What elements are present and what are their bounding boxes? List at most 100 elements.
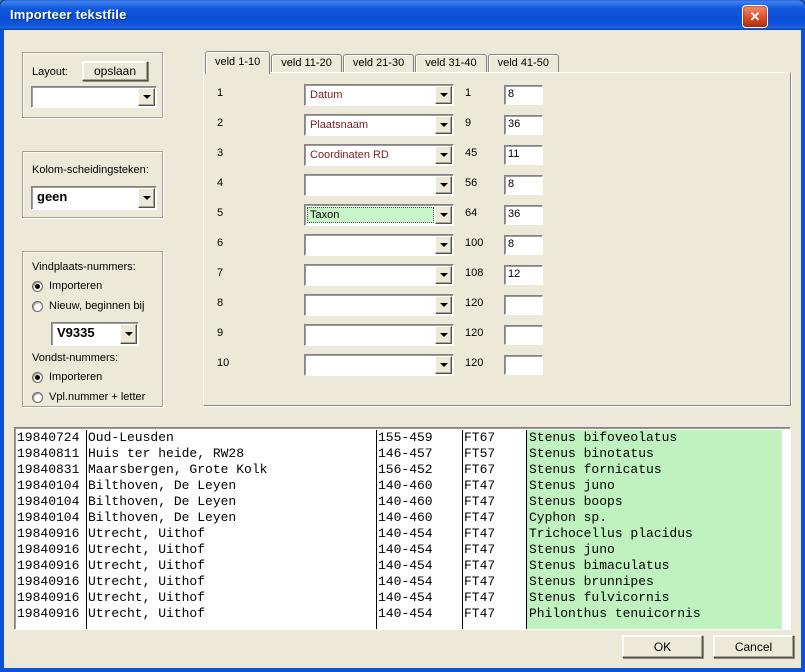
separator-groupbox: Kolom-scheidingsteken: geen bbox=[22, 151, 163, 218]
radio-icon bbox=[32, 372, 43, 383]
row-spacer bbox=[782, 542, 790, 558]
vindplaats-label: Vindplaats-nummers: bbox=[32, 261, 136, 273]
coordinates-cell: 140-454 bbox=[376, 574, 462, 590]
taxon-cell: Stenus bimaculatus bbox=[526, 558, 782, 574]
field-width-input[interactable]: 36 bbox=[504, 115, 543, 135]
field-combo-5[interactable]: Taxon bbox=[304, 204, 454, 226]
chevron-down-icon[interactable] bbox=[435, 116, 452, 134]
table-row: 19840916Utrecht, Uithof140-454FT47Philon… bbox=[15, 606, 790, 622]
coordinates-cell: 156-452 bbox=[376, 462, 462, 478]
separator-combo[interactable]: geen bbox=[31, 186, 157, 210]
field-start-position: 108 bbox=[465, 267, 499, 279]
table-row: 19840104Bilthoven, De Leyen140-460FT47Cy… bbox=[15, 510, 790, 526]
gridcode-cell: FT47 bbox=[462, 606, 526, 622]
field-row-index: 8 bbox=[217, 297, 241, 309]
place-cell: Utrecht, Uithof bbox=[86, 590, 376, 606]
vindplaats-start-combo[interactable]: V9335 bbox=[51, 322, 139, 346]
row-spacer bbox=[782, 590, 790, 606]
coordinates-cell: 140-454 bbox=[376, 590, 462, 606]
field-combo-value: Taxon bbox=[307, 207, 434, 223]
date-cell: 19840724 bbox=[15, 430, 86, 446]
chevron-down-icon[interactable] bbox=[435, 176, 452, 194]
tab-veld-1-10[interactable]: veld 1-10 bbox=[205, 51, 270, 74]
field-combo-10[interactable] bbox=[304, 354, 454, 376]
field-combo-value bbox=[307, 327, 434, 343]
place-cell: Utrecht, Uithof bbox=[86, 606, 376, 622]
tab-veld-11-20[interactable]: veld 11-20 bbox=[271, 54, 342, 73]
chevron-down-icon[interactable] bbox=[120, 324, 137, 344]
coordinates-cell: 140-454 bbox=[376, 606, 462, 622]
field-combo-2[interactable]: Plaatsnaam bbox=[304, 114, 454, 136]
field-combo-9[interactable] bbox=[304, 324, 454, 346]
chevron-down-icon[interactable] bbox=[435, 86, 452, 104]
gridcode-cell: FT57 bbox=[462, 446, 526, 462]
field-width-input[interactable]: 11 bbox=[504, 145, 543, 165]
field-width-input[interactable] bbox=[504, 325, 543, 345]
chevron-down-icon[interactable] bbox=[435, 266, 452, 284]
separator-combo-value: geen bbox=[34, 189, 137, 207]
chevron-down-icon[interactable] bbox=[435, 206, 452, 224]
field-width-input[interactable] bbox=[504, 295, 543, 315]
radio-icon bbox=[32, 392, 43, 403]
taxon-cell: Cyphon sp. bbox=[526, 510, 782, 526]
field-combo-3[interactable]: Coordinaten RD bbox=[304, 144, 454, 166]
field-width-input[interactable]: 8 bbox=[504, 85, 543, 105]
radio-vindplaats-importeren[interactable]: Importeren bbox=[32, 279, 102, 293]
field-width-input[interactable]: 12 bbox=[504, 265, 543, 285]
field-start-position: 9 bbox=[465, 117, 499, 129]
tab-veld-41-50[interactable]: veld 41-50 bbox=[488, 54, 559, 73]
field-width-input[interactable]: 36 bbox=[504, 205, 543, 225]
field-combo-4[interactable] bbox=[304, 174, 454, 196]
place-cell: Bilthoven, De Leyen bbox=[86, 494, 376, 510]
radio-icon bbox=[32, 301, 43, 312]
field-combo-1[interactable]: Datum bbox=[304, 84, 454, 106]
save-layout-button[interactable]: opslaan bbox=[82, 61, 148, 81]
cancel-button[interactable]: Cancel bbox=[713, 635, 794, 658]
row-spacer bbox=[782, 462, 790, 478]
field-combo-value bbox=[307, 357, 434, 373]
field-combo-7[interactable] bbox=[304, 264, 454, 286]
field-width-input[interactable]: 8 bbox=[504, 175, 543, 195]
field-width-input[interactable] bbox=[504, 355, 543, 375]
chevron-down-icon[interactable] bbox=[435, 236, 452, 254]
row-spacer bbox=[782, 526, 790, 542]
gridcode-cell: FT47 bbox=[462, 590, 526, 606]
field-row-index: 9 bbox=[217, 327, 241, 339]
import-preview-table[interactable]: 19840724Oud-Leusden155-459FT67Stenus bif… bbox=[14, 427, 791, 630]
field-combo-6[interactable] bbox=[304, 234, 454, 256]
gridcode-cell: FT47 bbox=[462, 558, 526, 574]
tab-veld-31-40[interactable]: veld 31-40 bbox=[415, 54, 486, 73]
table-row: 19840916Utrecht, Uithof140-454FT47Stenus… bbox=[15, 574, 790, 590]
field-mapping-panel: 1Datum182Plaatsnaam9363Coordinaten RD451… bbox=[203, 72, 791, 406]
field-row-index: 5 bbox=[217, 207, 241, 219]
chevron-down-icon[interactable] bbox=[435, 146, 452, 164]
close-button[interactable]: ✕ bbox=[742, 5, 768, 28]
tab-veld-21-30[interactable]: veld 21-30 bbox=[343, 54, 414, 73]
radio-vondst-importeren[interactable]: Importeren bbox=[32, 370, 102, 384]
radio-vondst-vplnummer[interactable]: Vpl.nummer + letter bbox=[32, 390, 145, 404]
taxon-cell: Stenus boops bbox=[526, 494, 782, 510]
import-textfile-dialog: Importeer tekstfile ✕ Layout: opslaan Ko… bbox=[0, 0, 805, 672]
radio-vindplaats-nieuw[interactable]: Nieuw, beginnen bij bbox=[32, 299, 144, 313]
field-combo-value: Datum bbox=[307, 87, 434, 103]
gridcode-cell: FT47 bbox=[462, 494, 526, 510]
row-spacer bbox=[782, 446, 790, 462]
chevron-down-icon[interactable] bbox=[435, 356, 452, 374]
date-cell: 19840916 bbox=[15, 558, 86, 574]
chevron-down-icon[interactable] bbox=[138, 88, 155, 106]
radio-label: Vpl.nummer + letter bbox=[49, 391, 145, 403]
chevron-down-icon[interactable] bbox=[435, 296, 452, 314]
row-spacer bbox=[782, 606, 790, 622]
chevron-down-icon[interactable] bbox=[435, 326, 452, 344]
taxon-cell: Trichocellus placidus bbox=[526, 526, 782, 542]
layout-combo[interactable] bbox=[31, 86, 157, 108]
layout-combo-value bbox=[34, 89, 137, 105]
field-width-input[interactable]: 8 bbox=[504, 235, 543, 255]
radio-label: Importeren bbox=[49, 280, 102, 292]
date-cell: 19840104 bbox=[15, 510, 86, 526]
chevron-down-icon[interactable] bbox=[138, 188, 155, 208]
field-combo-8[interactable] bbox=[304, 294, 454, 316]
ok-button[interactable]: OK bbox=[622, 635, 703, 658]
field-combo-value bbox=[307, 237, 434, 253]
vondst-label: Vondst-nummers: bbox=[32, 352, 118, 364]
